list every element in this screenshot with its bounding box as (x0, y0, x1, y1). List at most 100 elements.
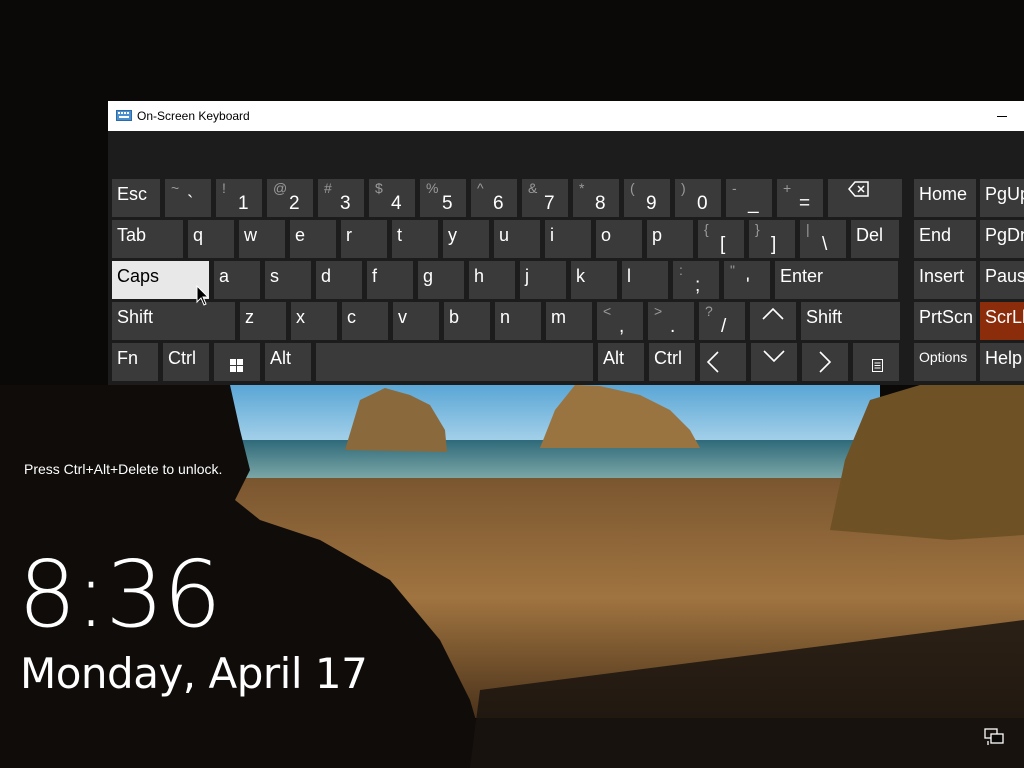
key-prtscn[interactable]: PrtScn (914, 302, 976, 340)
key-insert[interactable]: Insert (914, 261, 976, 299)
key-n[interactable]: n (495, 302, 541, 340)
key-y[interactable]: y (443, 220, 489, 258)
key-scrlk[interactable]: ScrLk (980, 302, 1024, 340)
key-6[interactable]: ^ 6 (471, 179, 517, 217)
key-f[interactable]: f (367, 261, 413, 299)
minimize-button[interactable] (988, 101, 1018, 131)
key-label: f (372, 266, 378, 286)
key-m[interactable]: m (546, 302, 592, 340)
key-right[interactable] (802, 343, 848, 381)
osk-titlebar[interactable]: On-Screen Keyboard (108, 101, 1024, 131)
key-rctrl[interactable]: Ctrl (649, 343, 695, 381)
key-u[interactable]: u (494, 220, 540, 258)
key-2[interactable]: @2 (267, 179, 313, 217)
key-down[interactable] (751, 343, 797, 381)
key-pgdn[interactable]: PgDn (980, 220, 1024, 258)
key-space[interactable] (316, 343, 593, 381)
key-slash[interactable]: ? / (699, 302, 745, 340)
key-period[interactable]: >. (648, 302, 694, 340)
key-7[interactable]: & 7 (522, 179, 568, 217)
key-comma[interactable]: <, (597, 302, 643, 340)
key-label: d (321, 266, 332, 286)
key-label: PgUp (985, 184, 1024, 204)
key-rshift[interactable]: Shift (801, 302, 900, 340)
key-h[interactable]: h (469, 261, 515, 299)
key-equals[interactable]: + = (777, 179, 823, 217)
key-label: Options (919, 349, 968, 365)
key-label: Home (919, 184, 968, 204)
key-win[interactable] (214, 343, 260, 381)
key-del[interactable]: Del (851, 220, 899, 258)
key-label: Shift (117, 307, 154, 327)
mouse-cursor-icon (196, 285, 210, 306)
key-menu[interactable] (853, 343, 899, 381)
key-backspace[interactable] (828, 179, 902, 217)
key-ralt[interactable]: Alt (598, 343, 644, 381)
key-lalt[interactable]: Alt (265, 343, 311, 381)
key-minus[interactable]: - _ (726, 179, 772, 217)
key-tilde[interactable]: ~ ` (165, 179, 211, 217)
key-z[interactable]: z (240, 302, 286, 340)
key-lbracket[interactable]: {[ (698, 220, 744, 258)
key-up[interactable] (750, 302, 796, 340)
key-q[interactable]: q (188, 220, 234, 258)
key-e[interactable]: e (290, 220, 336, 258)
key-tab[interactable]: Tab (112, 220, 183, 258)
key-backslash[interactable]: | \ (800, 220, 846, 258)
key-options[interactable]: Options (914, 343, 976, 381)
key-p[interactable]: p (647, 220, 693, 258)
key-j[interactable]: j (520, 261, 566, 299)
key-home[interactable]: Home (914, 179, 976, 217)
key-shift-char: - (732, 180, 737, 196)
key-8[interactable]: * 8 (573, 179, 619, 217)
key-end[interactable]: End (914, 220, 976, 258)
network-icon[interactable] (984, 728, 1004, 746)
key-4[interactable]: $4 (369, 179, 415, 217)
key-rbracket[interactable]: }] (749, 220, 795, 258)
key-1[interactable]: ! 1 (216, 179, 262, 217)
key-semicolon[interactable]: :; (673, 261, 719, 299)
key-pgup[interactable]: PgUp (980, 179, 1024, 217)
unlock-hint: Press Ctrl+Alt+Delete to unlock. (24, 461, 223, 477)
key-caps[interactable]: Caps (112, 261, 209, 299)
key-3[interactable]: #3 (318, 179, 364, 217)
key-b[interactable]: b (444, 302, 490, 340)
key-9[interactable]: (9 (624, 179, 670, 217)
key-o[interactable]: o (596, 220, 642, 258)
key-label: Fn (117, 348, 139, 368)
key-help[interactable]: Help (980, 343, 1024, 381)
key-v[interactable]: v (393, 302, 439, 340)
key-enter[interactable]: Enter (775, 261, 898, 299)
key-t[interactable]: t (392, 220, 438, 258)
key-lshift[interactable]: Shift (112, 302, 235, 340)
key-label: o (601, 225, 612, 245)
key-g[interactable]: g (418, 261, 464, 299)
key-shift-char: : (679, 262, 683, 278)
key-s[interactable]: s (265, 261, 311, 299)
key-x[interactable]: x (291, 302, 337, 340)
key-a[interactable]: a (214, 261, 260, 299)
key-shift-char: & (528, 180, 538, 196)
key-0[interactable]: ) 0 (675, 179, 721, 217)
key-r[interactable]: r (341, 220, 387, 258)
key-esc[interactable]: Esc (112, 179, 160, 217)
key-pause[interactable]: Pause (980, 261, 1024, 299)
key-i[interactable]: i (545, 220, 591, 258)
key-quote[interactable]: " ' (724, 261, 770, 299)
key-left[interactable] (700, 343, 746, 381)
key-w[interactable]: w (239, 220, 285, 258)
key-shift-char: | (806, 221, 810, 237)
key-main-char: 2 (289, 193, 300, 214)
key-shift-char: ( (630, 180, 635, 196)
key-fn[interactable]: Fn (112, 343, 158, 381)
windows-icon (230, 356, 243, 377)
key-d[interactable]: d (316, 261, 362, 299)
key-lctrl[interactable]: Ctrl (163, 343, 209, 381)
key-label: t (397, 225, 403, 245)
key-main-char: 5 (442, 193, 453, 214)
key-l[interactable]: l (622, 261, 668, 299)
key-label: q (193, 225, 204, 245)
key-k[interactable]: k (571, 261, 617, 299)
key-c[interactable]: c (342, 302, 388, 340)
key-5[interactable]: % 5 (420, 179, 466, 217)
